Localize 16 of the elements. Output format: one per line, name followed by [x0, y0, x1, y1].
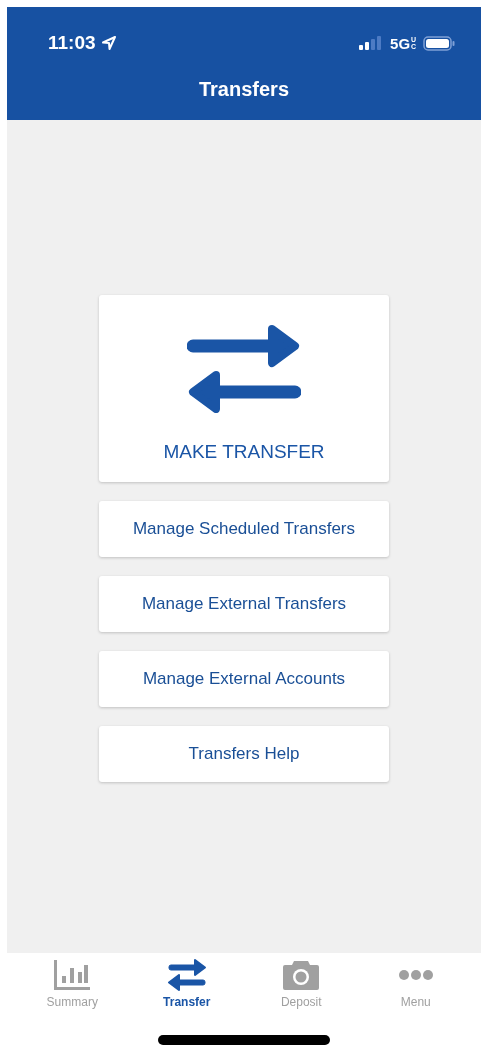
battery-icon: [423, 35, 455, 51]
camera-icon: [282, 959, 321, 991]
status-time: 11:03: [48, 32, 96, 54]
transfer-arrows-icon: [187, 325, 301, 413]
menu-button[interactable]: Manage External Transfers: [99, 576, 389, 632]
menu-button[interactable]: Manage Scheduled Transfers: [99, 501, 389, 557]
signal-icon: [359, 36, 382, 50]
menu-button[interactable]: Manage External Accounts: [99, 651, 389, 707]
network-label: 5G: [390, 34, 411, 52]
location-arrow-icon: [100, 35, 117, 51]
make-transfer-button[interactable]: MAKE TRANSFER: [99, 295, 389, 482]
screen-title: Transfers: [197, 78, 291, 101]
menu-button[interactable]: Transfers Help: [99, 726, 389, 782]
bar-chart-icon: [53, 959, 92, 991]
transfer-arrows-icon: [166, 959, 207, 991]
tab[interactable]: Transfer: [141, 953, 232, 1023]
